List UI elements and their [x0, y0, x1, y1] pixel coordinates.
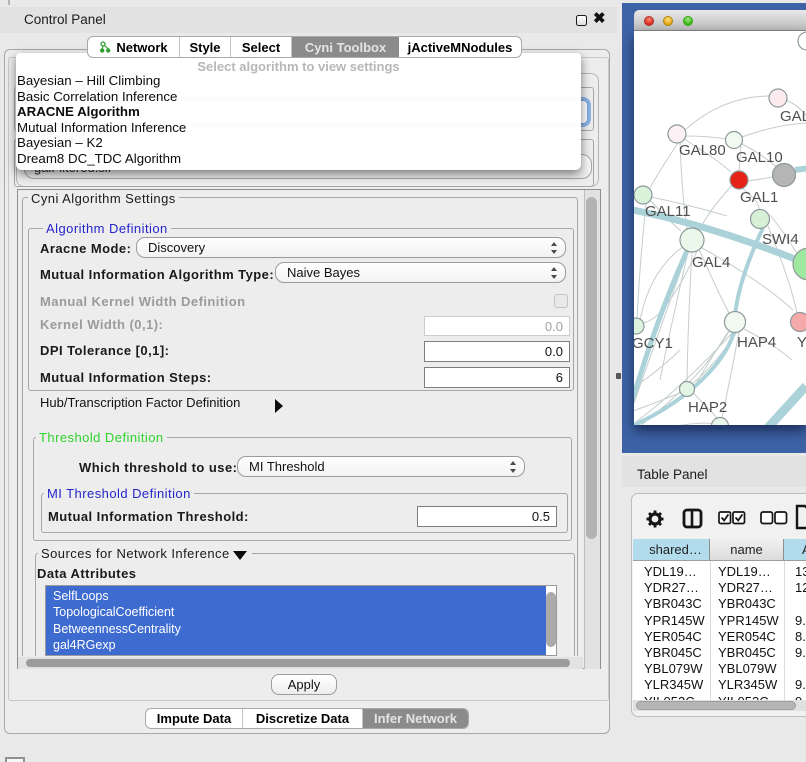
svg-text:SWI4: SWI4: [762, 231, 799, 248]
svg-text:GAL: GAL: [780, 108, 806, 125]
svg-text:Y: Y: [797, 334, 806, 351]
svg-text:GAL11: GAL11: [645, 203, 691, 220]
svg-text:GCY1: GCY1: [634, 335, 673, 352]
svg-text:GAL1: GAL1: [740, 189, 778, 206]
svg-text:HAP2: HAP2: [688, 399, 727, 416]
svg-text:GAL4: GAL4: [692, 254, 730, 271]
svg-text:HAP4: HAP4: [737, 334, 776, 351]
svg-text:GAL10: GAL10: [736, 149, 783, 166]
svg-text:GAL80: GAL80: [679, 142, 726, 159]
